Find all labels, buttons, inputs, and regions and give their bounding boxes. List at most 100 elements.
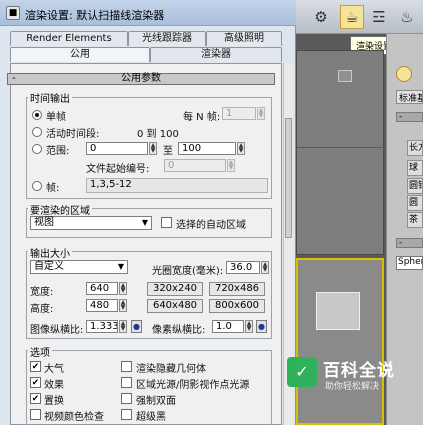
app-icon: ■ — [6, 6, 20, 20]
range-to-field[interactable]: 100 — [178, 142, 236, 155]
dialog-title: 渲染设置: 默认扫描线渲染器 — [25, 9, 165, 22]
teapot-render-icon[interactable]: ⚙ — [309, 5, 333, 29]
aperture-spinner[interactable]: ▲ ▼ — [261, 261, 269, 274]
area-lights-label: 区域光源/阴影视作点光源 — [136, 380, 250, 391]
tab-render-elements[interactable]: Render Elements — [10, 31, 128, 46]
range-to-label: 至 — [163, 146, 173, 157]
width-field[interactable]: 640 — [86, 282, 118, 295]
video-color-check-checkbox[interactable] — [30, 409, 41, 420]
options-label: 选项 — [28, 344, 52, 359]
file-start-label: 文件起始编号: — [86, 164, 150, 175]
atmosphere-label: 大气 — [44, 364, 64, 375]
dialog-titlebar[interactable]: ■ 渲染设置: 默认扫描线渲染器 — [0, 0, 296, 26]
tab-advanced-lighting[interactable]: 高级照明 — [206, 31, 282, 46]
single-frame-radio[interactable] — [32, 110, 42, 120]
teapot-button[interactable]: 茶 — [407, 212, 423, 228]
geometry-icon[interactable] — [396, 66, 412, 82]
preset-800x600-button[interactable]: 800x600 — [209, 299, 265, 313]
range-from-field[interactable]: 0 — [86, 142, 148, 155]
aperture-label: 光圈宽度(毫米): — [152, 266, 224, 277]
displacement-label: 置换 — [44, 396, 64, 407]
object-type-rollup[interactable]: - — [396, 112, 423, 122]
range-from-spinner[interactable]: ▲ ▼ — [149, 142, 157, 155]
render-area-label: 要渲染的区域 — [28, 202, 92, 217]
range-radio[interactable] — [32, 144, 42, 154]
height-field[interactable]: 480 — [86, 299, 118, 312]
chevron-down-icon: ▼ — [117, 262, 124, 271]
render-setup-icon[interactable]: ☕ — [340, 5, 364, 29]
pixel-aspect-spinner[interactable]: ▲ ▼ — [245, 320, 253, 333]
area-lights-checkbox[interactable] — [121, 377, 132, 388]
viewport-perspective[interactable] — [296, 258, 384, 425]
render-area-dropdown[interactable]: 视图 ▼ — [30, 216, 152, 230]
effects-checkbox[interactable] — [30, 377, 41, 388]
aperture-field[interactable]: 36.0 — [226, 261, 260, 274]
tab-raytracer[interactable]: 光线跟踪器 — [128, 31, 206, 46]
range-label: 范围: — [46, 146, 70, 157]
force-2sided-checkbox[interactable] — [121, 393, 132, 404]
pixel-aspect-label: 像素纵横比: — [152, 325, 206, 336]
render-setup-dialog: ■ 渲染设置: 默认扫描线渲染器 Render Elements 光线跟踪器 高… — [0, 0, 296, 425]
force-2sided-label: 强制双面 — [136, 396, 176, 407]
frames-radio[interactable] — [32, 181, 42, 191]
grid-axis-line — [297, 147, 385, 148]
width-label: 宽度: — [30, 287, 54, 298]
scrollbar-thumb[interactable] — [285, 118, 292, 238]
frames-field[interactable]: 1,3,5-12 — [86, 178, 268, 193]
file-start-field[interactable]: 0 — [164, 159, 226, 172]
auto-region-checkbox[interactable] — [161, 217, 172, 228]
name-color-rollup[interactable]: - — [396, 238, 423, 248]
output-preset-dropdown[interactable]: 自定义 ▼ — [30, 260, 128, 274]
auto-region-label: 选择的自动区域 — [176, 220, 246, 231]
tabs-row-2: 公用 渲染器 — [10, 47, 282, 62]
height-spinner[interactable]: ▲ ▼ — [119, 299, 127, 312]
watermark-title: 百科全说 — [323, 361, 395, 381]
render-hidden-label: 渲染隐藏几何体 — [136, 364, 206, 375]
common-params-rollout[interactable]: - 公用参数 — [7, 73, 275, 85]
effects-label: 效果 — [44, 380, 64, 391]
watermark-subtitle: 助你轻松解决 — [325, 382, 380, 392]
render-hidden-checkbox[interactable] — [121, 361, 132, 372]
active-range-text: 0 到 100 — [137, 129, 179, 140]
tab-common[interactable]: 公用 — [10, 47, 150, 62]
tabs-row-1: Render Elements 光线跟踪器 高级照明 — [10, 31, 282, 46]
active-segment-radio[interactable] — [32, 127, 42, 137]
sphere-button[interactable]: 球 — [407, 160, 423, 176]
app-window: ⚙ ☕ ☲ ♨ 渲染设置 标准基 - 长方 球 圆锥 圆 茶 - Spher ■… — [0, 0, 423, 425]
time-output-label: 时间输出 — [28, 90, 72, 105]
box-button[interactable]: 长方 — [407, 140, 423, 156]
chevron-down-icon: ▼ — [141, 218, 148, 227]
tab-renderer[interactable]: 渲染器 — [150, 47, 282, 62]
render-frame-icon[interactable]: ☲ — [367, 5, 391, 29]
cylinder-button[interactable]: 圆 — [407, 195, 423, 211]
height-label: 高度: — [30, 304, 54, 315]
range-to-spinner[interactable]: ▲ ▼ — [237, 142, 245, 155]
atmosphere-checkbox[interactable] — [30, 361, 41, 372]
rollout-title: 公用参数 — [121, 73, 161, 84]
main-toolbar: ⚙ ☕ ☲ ♨ — [295, 0, 423, 34]
image-aspect-lock-icon[interactable]: ● — [131, 320, 142, 333]
super-black-checkbox[interactable] — [121, 409, 132, 420]
displacement-checkbox[interactable] — [30, 393, 41, 404]
pixel-aspect-lock-icon[interactable]: ● — [256, 320, 267, 333]
box-object-perspective[interactable] — [316, 292, 360, 330]
object-name-field[interactable]: Spher — [396, 256, 423, 270]
image-aspect-spinner[interactable]: ▲ ▼ — [119, 320, 127, 333]
object-type-dropdown[interactable]: 标准基 — [396, 90, 423, 104]
width-spinner[interactable]: ▲ ▼ — [119, 282, 127, 295]
preset-320x240-button[interactable]: 320x240 — [147, 282, 203, 296]
pixel-aspect-field[interactable]: 1.0 — [212, 320, 244, 333]
single-frame-label: 单帧 — [46, 112, 66, 123]
cone-button[interactable]: 圆锥 — [407, 178, 423, 194]
box-object-top[interactable] — [338, 70, 352, 82]
every-n-label: 每 N 帧: — [183, 112, 221, 123]
preset-720x486-button[interactable]: 720x486 — [209, 282, 265, 296]
file-start-spinner[interactable]: ▲ ▼ — [227, 159, 235, 172]
every-n-spinner[interactable]: ▲ ▼ — [257, 107, 265, 120]
preset-640x480-button[interactable]: 640x480 — [147, 299, 203, 313]
image-aspect-field[interactable]: 1.333 — [86, 320, 118, 333]
output-size-label: 输出大小 — [28, 245, 72, 260]
render-icon[interactable]: ♨ — [395, 5, 419, 29]
every-n-field[interactable]: 1 — [222, 107, 256, 120]
output-preset-value: 自定义 — [34, 261, 64, 272]
